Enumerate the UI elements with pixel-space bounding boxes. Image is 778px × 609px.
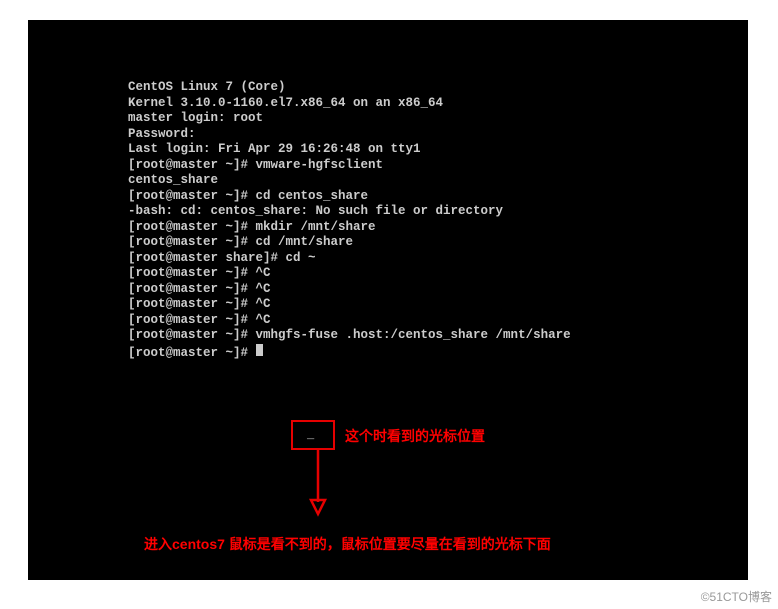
terminal-line: [root@master ~]# vmhgfs-fuse .host:/cent… — [128, 328, 748, 344]
terminal-line: [root@master ~]# cd /mnt/share — [128, 235, 748, 251]
watermark: ©51CTO博客 — [701, 588, 772, 605]
terminal-line: -bash: cd: centos_share: No such file or… — [128, 204, 748, 220]
terminal-line: [root@master ~]# cd centos_share — [128, 189, 748, 205]
terminal-line: [root@master ~]# mkdir /mnt/share — [128, 220, 748, 236]
terminal-line: CentOS Linux 7 (Core) — [128, 80, 748, 96]
terminal-cursor — [256, 344, 263, 356]
cursor-underscore: _ — [307, 428, 314, 442]
terminal-line: [root@master ~]# — [128, 344, 748, 362]
terminal-line: Last login: Fri Apr 29 16:26:48 on tty1 — [128, 142, 748, 158]
terminal-line: Password: — [128, 127, 748, 143]
terminal-line: master login: root — [128, 111, 748, 127]
terminal-line: [root@master ~]# ^C — [128, 266, 748, 282]
terminal-line: [root@master ~]# ^C — [128, 297, 748, 313]
terminal-line: [root@master share]# cd ~ — [128, 251, 748, 267]
terminal-line: [root@master ~]# ^C — [128, 313, 748, 329]
terminal-line: [root@master ~]# vmware-hgfsclient — [128, 158, 748, 174]
terminal-line: centos_share — [128, 173, 748, 189]
terminal-line: Kernel 3.10.0-1160.el7.x86_64 on an x86_… — [128, 96, 748, 112]
annotation-cursor-label: 这个时看到的光标位置 — [345, 426, 485, 446]
terminal-screen[interactable]: CentOS Linux 7 (Core) Kernel 3.10.0-1160… — [28, 20, 748, 580]
annotation-bottom-note: 进入centos7 鼠标是看不到的，鼠标位置要尽量在看到的光标下面 — [144, 534, 551, 554]
terminal-line: [root@master ~]# ^C — [128, 282, 748, 298]
